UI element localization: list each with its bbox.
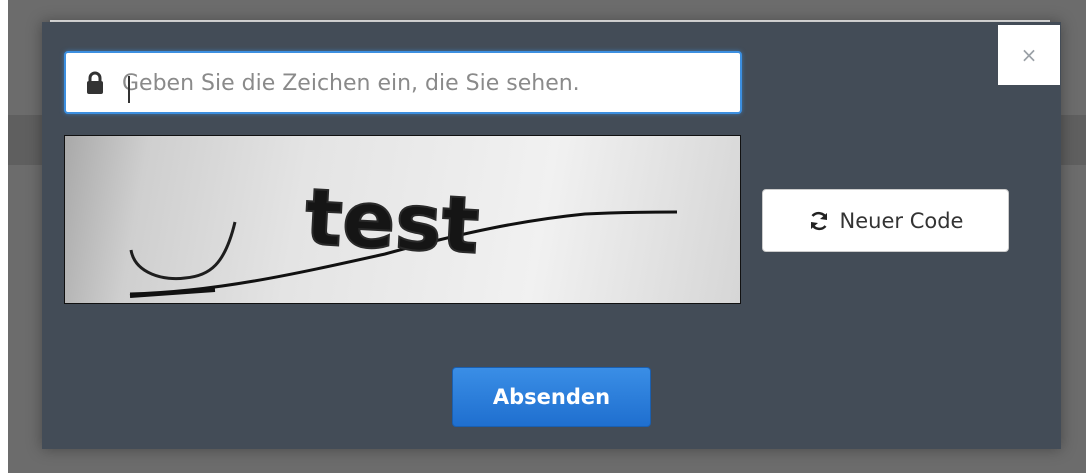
close-button[interactable]: × [998, 25, 1060, 85]
captcha-input[interactable] [122, 63, 722, 103]
new-code-button[interactable]: Neuer Code [762, 189, 1009, 252]
captcha-input-wrapper[interactable] [64, 51, 742, 114]
submit-button[interactable]: Absenden [452, 367, 651, 427]
captcha-image-graphic: test [129, 172, 678, 298]
captcha-text: test [303, 173, 481, 272]
text-caret [128, 76, 130, 103]
captcha-image: test [64, 135, 741, 304]
close-icon[interactable]: × [1021, 43, 1038, 67]
new-code-label[interactable]: Neuer Code [840, 209, 964, 233]
submit-label[interactable]: Absenden [493, 385, 610, 409]
lock-icon [87, 71, 103, 94]
refresh-icon [810, 211, 827, 230]
